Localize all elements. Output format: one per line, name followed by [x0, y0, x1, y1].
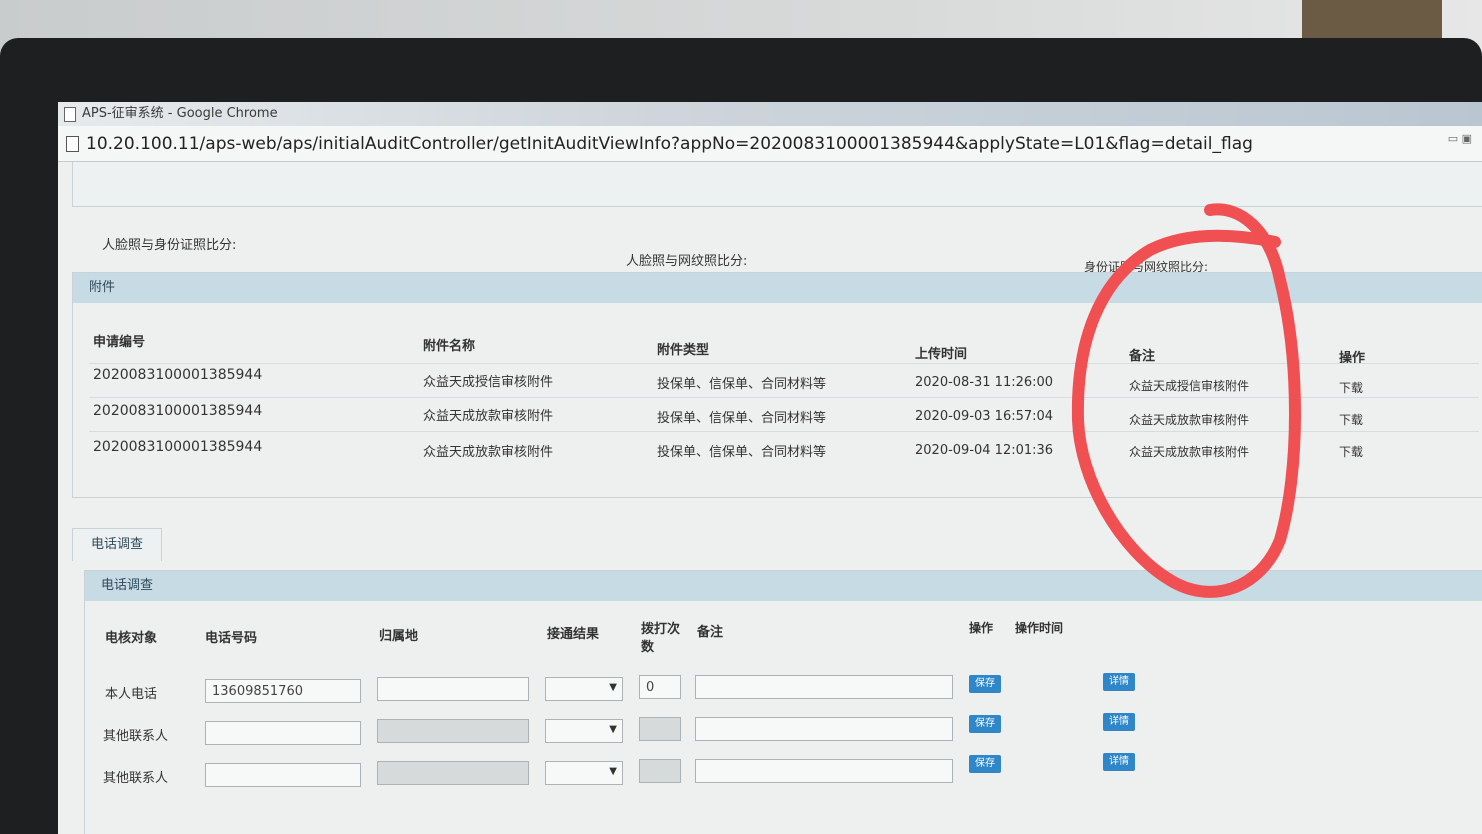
header-remark: 备注	[1129, 349, 1156, 364]
phone-row1-detail-button[interactable]: 详情	[1103, 673, 1135, 691]
row2-download-link[interactable]: 下载	[1339, 411, 1363, 428]
chevron-down-icon: ▼	[609, 682, 617, 693]
row1-remark: 众益天成授信审核附件	[1129, 379, 1250, 393]
phone-row2-location-input	[377, 719, 529, 743]
phone-row1-count-input[interactable]: 0	[639, 675, 681, 699]
row1-app-no: 2020083100001385944	[93, 367, 263, 383]
phone-row3-result-select[interactable]: ▼	[545, 761, 623, 785]
phone-row1-save-button[interactable]: 保存	[969, 675, 1001, 693]
header-action-time: 操作时间	[1015, 621, 1064, 635]
phone-row1-number-input[interactable]: 13609851760	[205, 679, 361, 703]
row1-name: 众益天成授信审核附件	[423, 375, 554, 390]
row-divider	[89, 397, 1479, 398]
phone-row2-save-button[interactable]: 保存	[969, 715, 1001, 733]
row3-time: 2020-09-04 12:01:36	[915, 443, 1054, 458]
window-titlebar: APS-征审系统 - Google Chrome	[58, 102, 1482, 126]
phone-row3-target: 其他联系人	[103, 771, 169, 786]
row2-time: 2020-09-03 16:57:04	[915, 409, 1054, 424]
row1-time: 2020-08-31 11:26:00	[915, 375, 1054, 390]
attachments-panel: 附件 申请编号 附件名称 附件类型 上传时间 备注 操作 20200831000…	[72, 272, 1482, 498]
header-app-no: 申请编号	[93, 335, 146, 350]
phone-row2-target: 其他联系人	[103, 729, 169, 744]
phone-panel-title: 电话调查	[85, 571, 1482, 601]
row-divider	[89, 431, 1479, 432]
previous-panel	[72, 162, 1482, 207]
page-icon	[66, 136, 79, 152]
phone-row1-location-input[interactable]	[377, 677, 529, 701]
phone-row3-detail-button[interactable]: 详情	[1103, 753, 1135, 771]
header-result: 接通结果	[547, 627, 600, 642]
row2-name: 众益天成放款审核附件	[423, 409, 554, 424]
phone-row3-location-input	[377, 761, 529, 785]
row3-name: 众益天成放款审核附件	[423, 445, 554, 460]
header-target: 电核对象	[105, 631, 158, 646]
phone-row1-result-select[interactable]: ▼	[545, 677, 623, 701]
header-attach-type: 附件类型	[657, 343, 710, 358]
phone-survey-panel: 电话调查 电核对象 电话号码 归属地 接通结果 拨打次数 备注 操作 操作时间 …	[84, 570, 1482, 834]
header-phone-remark: 备注	[697, 625, 724, 640]
row3-app-no: 2020083100001385944	[93, 439, 263, 455]
browser-window: APS-征审系统 - Google Chrome 10.20.100.11/ap…	[58, 102, 1482, 834]
phone-row2-detail-button[interactable]: 详情	[1103, 713, 1135, 731]
phone-row3-save-button[interactable]: 保存	[969, 755, 1001, 773]
phone-row2-remark-input[interactable]	[695, 717, 953, 741]
phone-row1-target: 本人电话	[105, 687, 158, 702]
chevron-down-icon: ▼	[609, 724, 617, 735]
phone-row3-count-input	[639, 759, 681, 783]
phone-row2-count-input	[639, 717, 681, 741]
phone-row3-number-input[interactable]	[205, 763, 361, 787]
address-bar[interactable]: 10.20.100.11/aps-web/aps/initialAuditCon…	[58, 126, 1482, 162]
header-number: 电话号码	[205, 631, 258, 646]
chevron-down-icon: ▼	[609, 766, 617, 777]
row3-download-link[interactable]: 下载	[1339, 443, 1363, 460]
row3-type: 投保单、信保单、合同材料等	[657, 445, 827, 460]
face-id-compare-label: 人脸照与身份证照比分:	[102, 238, 237, 253]
page-icon	[64, 107, 76, 122]
face-net-compare-label: 人脸照与网纹照比分:	[626, 254, 748, 269]
window-controls[interactable]: ▭ ▣	[1448, 132, 1472, 145]
window-title: APS-征审系统 - Google Chrome	[82, 106, 278, 121]
phone-row2-result-select[interactable]: ▼	[545, 719, 623, 743]
row1-download-link[interactable]: 下载	[1339, 379, 1363, 396]
phone-row1-remark-input[interactable]	[695, 675, 953, 699]
row2-app-no: 2020083100001385944	[93, 403, 263, 419]
row1-type: 投保单、信保单、合同材料等	[657, 377, 827, 392]
attachments-panel-title: 附件	[73, 273, 1482, 303]
header-upload-time: 上传时间	[915, 347, 968, 362]
header-attach-name: 附件名称	[423, 339, 476, 354]
header-call-count: 拨打次数	[641, 622, 681, 655]
phone-row3-remark-input[interactable]	[695, 759, 953, 783]
row-divider	[89, 363, 1479, 364]
row3-remark: 众益天成放款审核附件	[1129, 445, 1250, 459]
header-location: 归属地	[379, 629, 419, 644]
phone-row2-number-input[interactable]	[205, 721, 361, 745]
url-text[interactable]: 10.20.100.11/aps-web/aps/initialAuditCon…	[86, 134, 1253, 154]
row2-remark: 众益天成放款审核附件	[1129, 413, 1250, 427]
header-phone-action: 操作	[969, 621, 994, 635]
page-content: 人脸照与身份证照比分: 人脸照与网纹照比分: 身份证照与网纹照比分: 附件 申请…	[58, 162, 1482, 834]
row2-type: 投保单、信保单、合同材料等	[657, 411, 827, 426]
tab-phone-survey[interactable]: 电话调查	[72, 528, 162, 561]
